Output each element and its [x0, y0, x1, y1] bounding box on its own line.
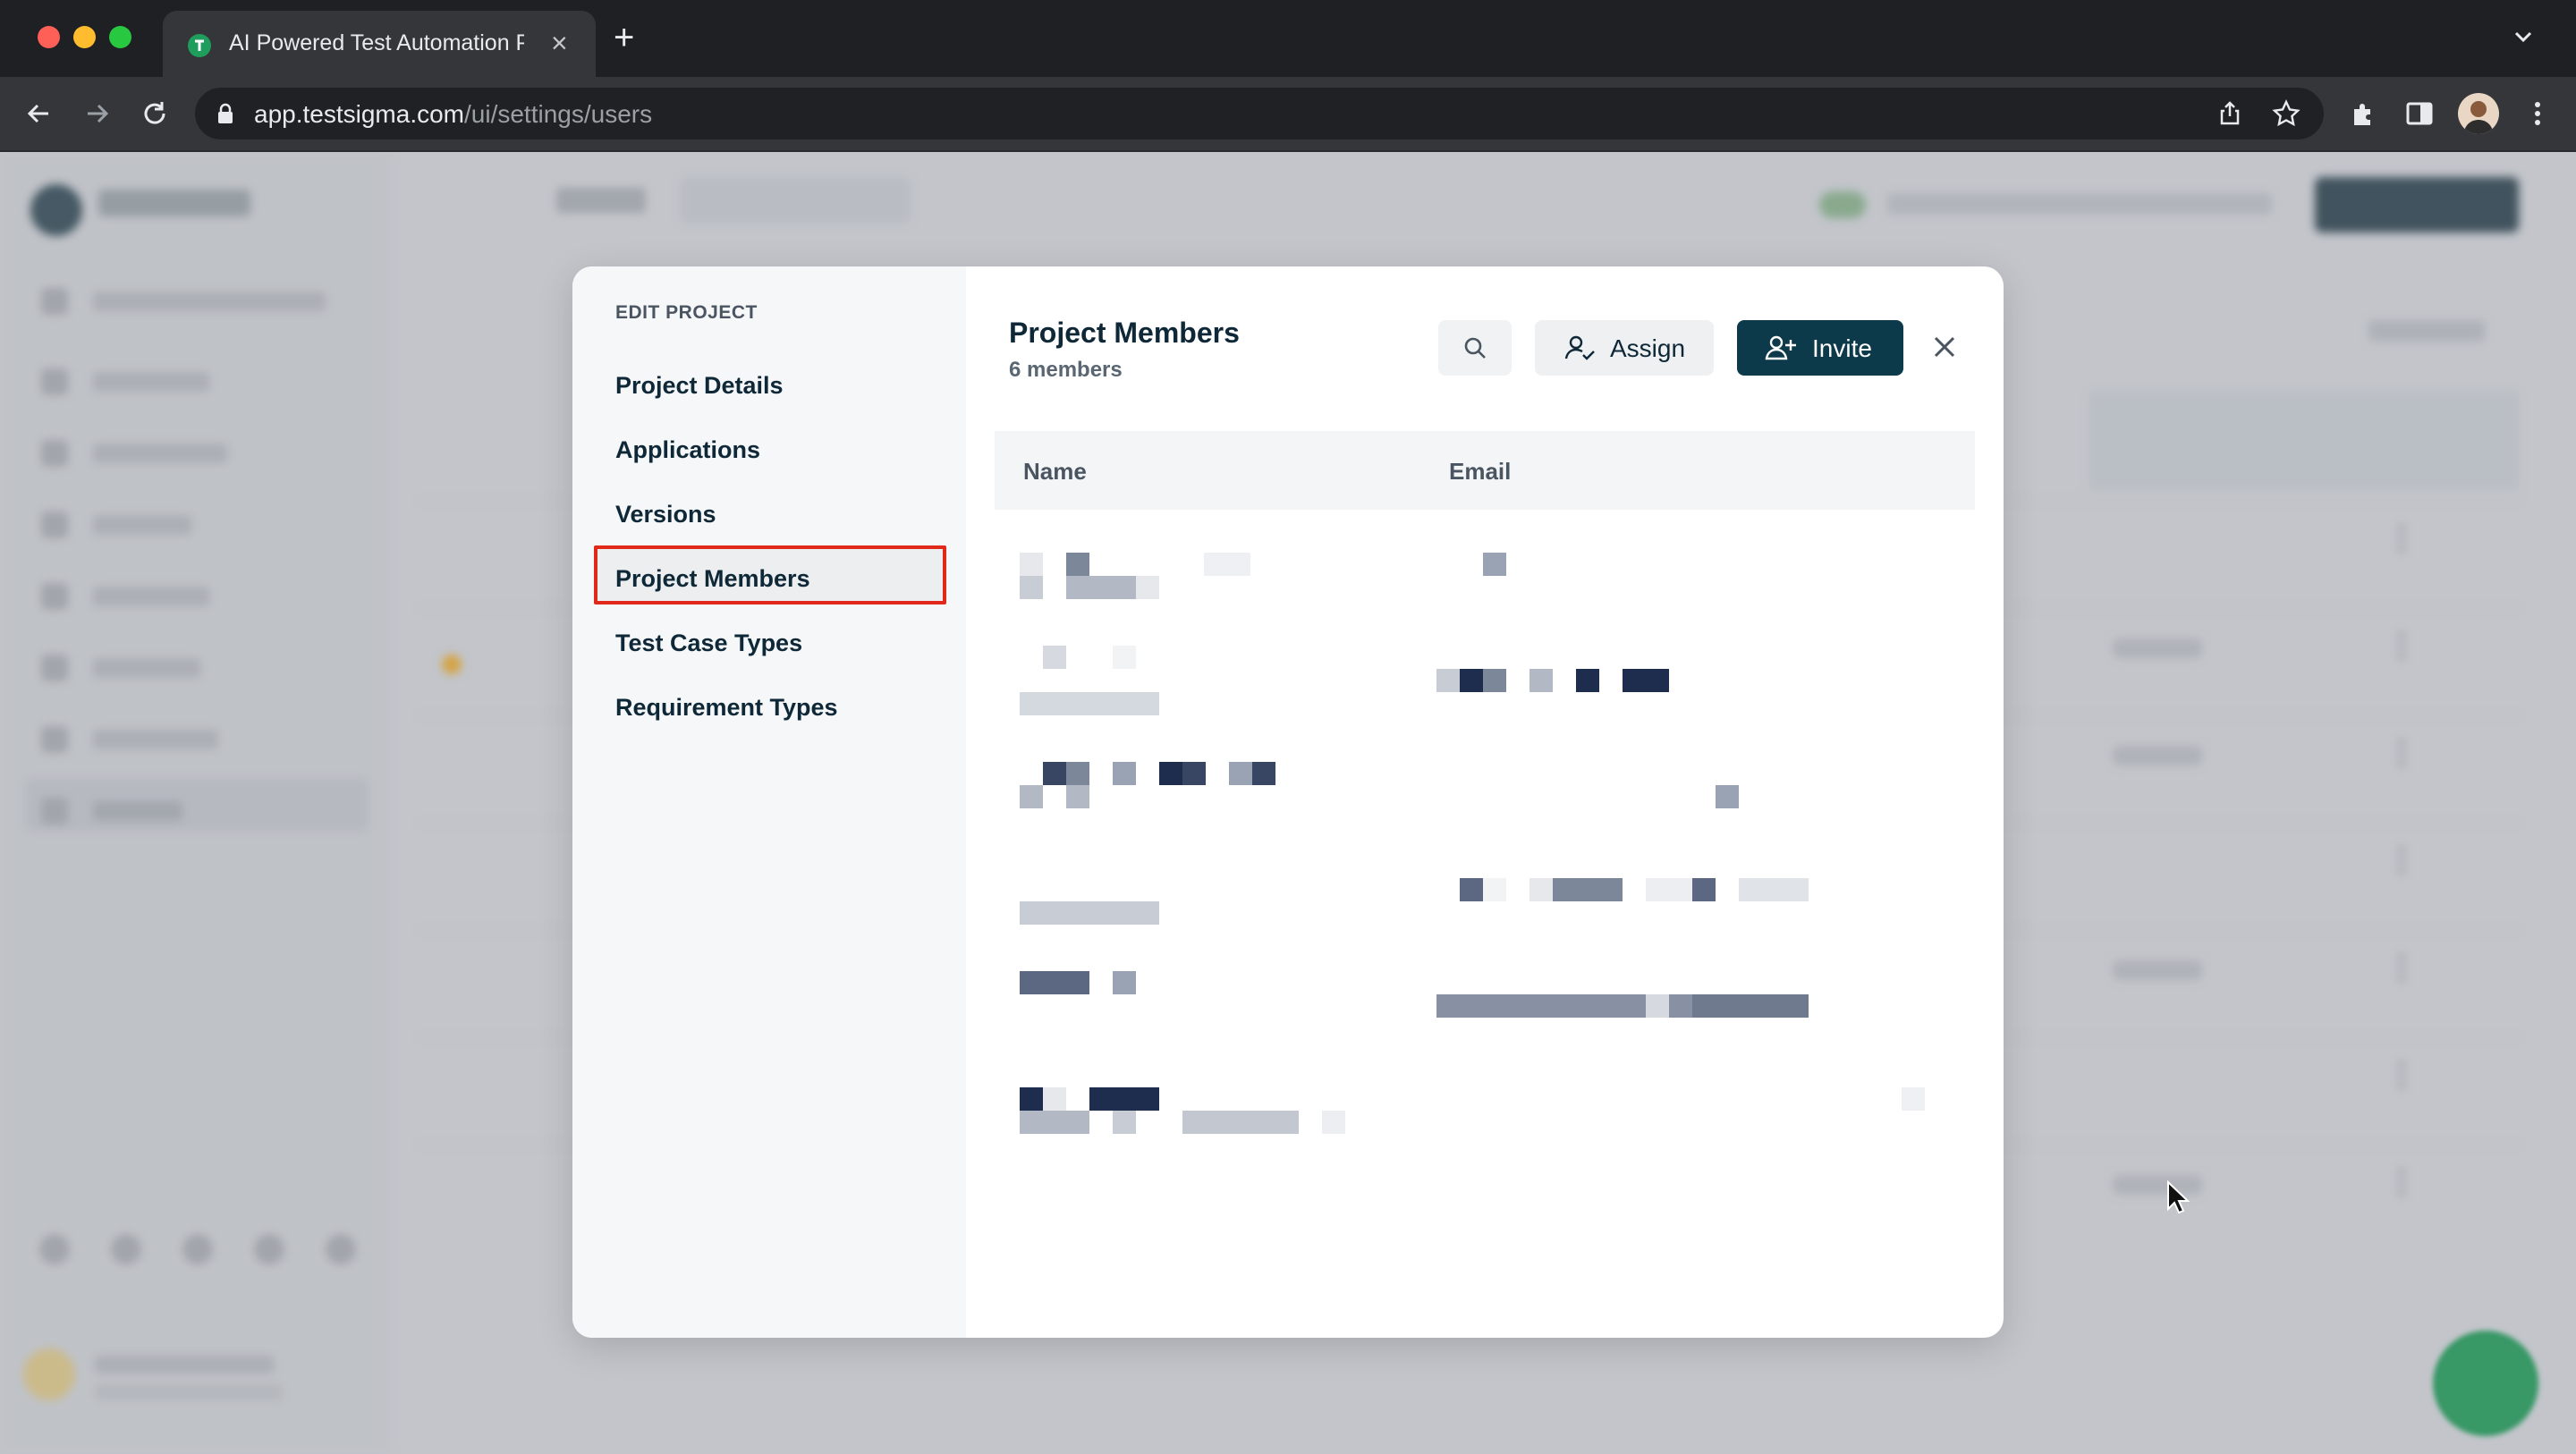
members-table-header: Name Email [995, 431, 1975, 510]
redacted-pixel [1089, 1087, 1159, 1111]
column-header-email: Email [1449, 458, 1512, 485]
testsigma-favicon-icon [188, 34, 211, 57]
nav-heading: EDIT PROJECT [615, 302, 758, 323]
edit-project-modal: EDIT PROJECT Project Details Application… [572, 266, 2004, 1338]
maximize-window-button[interactable] [109, 26, 131, 48]
search-icon [1464, 337, 1486, 359]
panel-title: Project Members [1009, 317, 1240, 349]
side-panel-icon[interactable] [2402, 97, 2436, 131]
nav-item-versions[interactable]: Versions [615, 501, 716, 528]
redacted-pixel [1252, 762, 1275, 785]
nav-item-project-members[interactable]: Project Members [615, 565, 810, 593]
search-button[interactable] [1438, 320, 1512, 376]
redacted-pixel [1530, 669, 1553, 692]
reload-icon[interactable] [138, 97, 172, 131]
modal-nav: EDIT PROJECT Project Details Application… [572, 266, 966, 1338]
redacted-pixel [1576, 669, 1599, 692]
redacted-pixel [1739, 878, 1809, 901]
redacted-pixel [1136, 576, 1159, 599]
redacted-pixel [1692, 994, 1809, 1018]
redacted-pixel [1902, 1087, 1925, 1111]
browser-tab-bar: AI Powered Test Automation P × + [0, 0, 2576, 77]
invite-label: Invite [1812, 334, 1872, 362]
invite-button[interactable]: Invite [1737, 320, 1903, 376]
nav-item-test-case-types[interactable]: Test Case Types [615, 630, 802, 657]
redacted-pixel [1159, 762, 1182, 785]
forward-icon[interactable] [80, 97, 114, 131]
members-count: 6 members [1009, 358, 1123, 382]
redacted-pixel [1020, 692, 1159, 715]
lock-icon[interactable] [215, 102, 236, 125]
redacted-pixel [1646, 994, 1669, 1018]
redacted-pixel [1483, 878, 1506, 901]
browser-tab[interactable]: AI Powered Test Automation P × [163, 11, 596, 77]
redacted-pixel [1066, 762, 1089, 785]
extensions-icon[interactable] [2347, 97, 2381, 131]
redacted-pixel [1182, 1111, 1299, 1134]
mouse-cursor-icon [2167, 1180, 2190, 1214]
redacted-pixel [1020, 553, 1043, 576]
redacted-pixel [1182, 762, 1206, 785]
assign-user-icon [1564, 335, 1595, 360]
redacted-pixel [1043, 646, 1066, 669]
new-tab-icon[interactable]: + [614, 20, 634, 55]
url-text[interactable]: app.testsigma.com/ui/settings/users [254, 100, 652, 129]
close-window-button[interactable] [38, 26, 60, 48]
redacted-pixel [1020, 785, 1043, 808]
nav-item-project-details[interactable]: Project Details [615, 372, 784, 400]
redacted-pixel [1020, 971, 1089, 994]
redacted-pixel [1066, 576, 1136, 599]
redacted-pixel [1113, 646, 1136, 669]
tab-search-chevron-icon[interactable] [2510, 23, 2537, 50]
nav-item-requirement-types[interactable]: Requirement Types [615, 694, 838, 722]
redacted-pixel [1020, 1111, 1089, 1134]
redacted-pixel [1460, 878, 1483, 901]
minimize-window-button[interactable] [73, 26, 96, 48]
redacted-pixel [1623, 669, 1669, 692]
close-icon[interactable] [1927, 329, 1962, 365]
profile-person-icon [2463, 101, 2494, 134]
redacted-pixel [1020, 901, 1159, 925]
address-bar[interactable]: app.testsigma.com/ui/settings/users [195, 88, 2324, 139]
redacted-pixel [1436, 669, 1460, 692]
redacted-pixel [1043, 762, 1066, 785]
redacted-pixel [1066, 785, 1089, 808]
more-menu-icon[interactable] [2521, 97, 2555, 131]
browser-toolbar: app.testsigma.com/ui/settings/users [0, 77, 2576, 152]
redacted-pixel [1646, 878, 1692, 901]
redacted-pixel [1113, 1111, 1136, 1134]
redacted-pixel [1692, 878, 1716, 901]
url-path: /ui/settings/users [464, 100, 653, 128]
redacted-pixel [1553, 878, 1623, 901]
profile-avatar[interactable] [2458, 93, 2499, 134]
redacted-pixel [1043, 1087, 1066, 1111]
redacted-pixel [1483, 669, 1506, 692]
column-header-name: Name [1023, 458, 1087, 485]
redacted-pixel [1020, 1087, 1043, 1111]
tab-title: AI Powered Test Automation P [229, 30, 524, 55]
redacted-pixel [1020, 576, 1043, 599]
redacted-pixel [1716, 785, 1739, 808]
redacted-pixel [1530, 878, 1553, 901]
redacted-pixel [1460, 669, 1483, 692]
redacted-pixel [1483, 553, 1506, 576]
redacted-pixel [1113, 971, 1136, 994]
redacted-pixel [1229, 762, 1252, 785]
assign-label: Assign [1610, 334, 1686, 362]
url-host: app.testsigma.com [254, 100, 464, 128]
assign-button[interactable]: Assign [1535, 320, 1714, 376]
add-user-icon [1765, 335, 1796, 360]
bookmark-star-icon[interactable] [2272, 99, 2301, 128]
tab-close-icon[interactable]: × [551, 27, 568, 60]
back-icon[interactable] [21, 97, 55, 131]
redacted-pixel [1322, 1111, 1345, 1134]
redacted-pixel [1204, 553, 1250, 576]
redacted-pixel [1113, 762, 1136, 785]
nav-item-applications[interactable]: Applications [615, 436, 760, 464]
redacted-pixel [1066, 553, 1089, 576]
share-icon[interactable] [2216, 100, 2243, 127]
